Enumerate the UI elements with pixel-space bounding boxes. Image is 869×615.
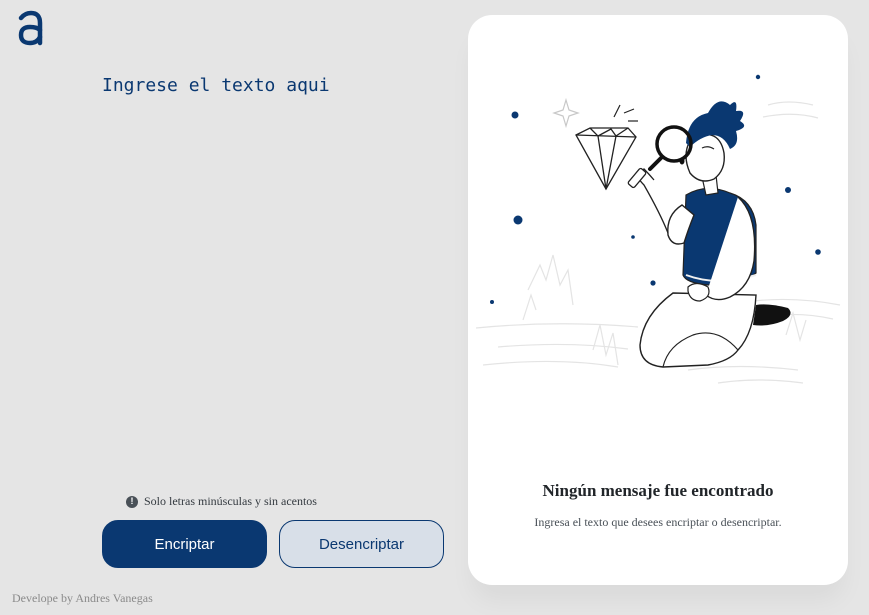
input-hint-text: Solo letras minúsculas y sin acentos (144, 494, 317, 508)
exclamation-circle-icon: ! (126, 495, 138, 508)
message-input[interactable] (102, 72, 432, 462)
person-with-magnifying-glass-illustration (475, 74, 841, 384)
empty-state-subtitle: Ingresa el texto que desees encriptar o … (534, 515, 782, 529)
output-panel: Ningún mensaje fue encontrado Ingresa el… (468, 15, 848, 585)
input-hint: ! Solo letras minúsculas y sin acentos (126, 494, 317, 509)
decrypt-button[interactable]: Desencriptar (279, 520, 444, 568)
encrypt-button[interactable]: Encriptar (102, 520, 267, 568)
alura-logo-icon (18, 10, 43, 46)
empty-state-title: Ningún mensaje fue encontrado (542, 481, 774, 500)
footer-credit: Develope by Andres Vanegas (12, 591, 153, 605)
